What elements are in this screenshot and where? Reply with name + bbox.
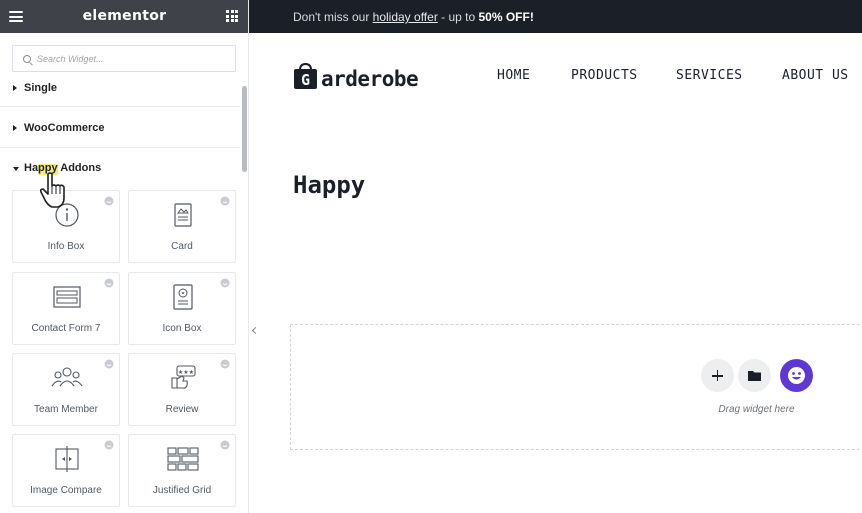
widget-label: Contact Form 7 bbox=[31, 323, 101, 334]
widget-team-member[interactable]: Team Member bbox=[12, 353, 120, 426]
nav-services[interactable]: SERVICES bbox=[676, 68, 743, 83]
happy-badge-icon bbox=[104, 359, 114, 369]
page-heading: Happy bbox=[293, 171, 366, 199]
widget-justified-grid[interactable]: Justified Grid bbox=[128, 434, 236, 507]
happy-badge-icon bbox=[104, 196, 114, 206]
editor-sidebar: elementor Single WooCommerce Happy Addon… bbox=[0, 0, 249, 513]
site-logo[interactable]: G arderobe bbox=[293, 60, 443, 92]
search-widget-box bbox=[12, 45, 236, 72]
caret-right-icon bbox=[13, 85, 17, 91]
card-icon bbox=[174, 203, 192, 227]
happy-badge-icon bbox=[220, 440, 230, 450]
widget-label: Team Member bbox=[34, 404, 98, 415]
image-compare-icon bbox=[55, 446, 79, 472]
promo-prefix: Don't miss our bbox=[293, 10, 373, 24]
add-section-button[interactable] bbox=[701, 359, 734, 392]
widget-contact-form-7[interactable]: Contact Form 7 bbox=[12, 272, 120, 345]
promo-middle: - up to bbox=[437, 10, 479, 24]
happy-badge-icon bbox=[104, 440, 114, 450]
divider bbox=[0, 106, 240, 107]
widget-label: Card bbox=[171, 241, 193, 252]
caret-right-icon bbox=[13, 125, 17, 131]
sidebar-header: elementor bbox=[0, 0, 248, 33]
widget-label: Review bbox=[165, 404, 199, 415]
widget-icon-box[interactable]: Icon Box bbox=[128, 272, 236, 345]
page-canvas: G arderobe HOME PRODUCTS SERVICES ABOUT … bbox=[249, 33, 862, 513]
widget-label: Justified Grid bbox=[152, 485, 212, 496]
category-woocommerce[interactable]: WooCommerce bbox=[0, 114, 240, 144]
nav-products[interactable]: PRODUCTS bbox=[571, 68, 638, 83]
nav-home[interactable]: HOME bbox=[497, 68, 530, 83]
collapse-panel-chevron-icon[interactable] bbox=[249, 319, 261, 343]
promo-text: Don't miss our holiday offer - up to 50%… bbox=[293, 10, 534, 24]
promo-bar: Don't miss our holiday offer - up to 50%… bbox=[249, 0, 862, 33]
divider bbox=[0, 147, 240, 148]
category-happy-addons[interactable]: Happy Addons bbox=[0, 154, 240, 184]
happy-badge-icon bbox=[220, 196, 230, 206]
add-template-button[interactable] bbox=[738, 359, 771, 392]
happy-badge-icon bbox=[220, 359, 230, 369]
widgets-grid-icon[interactable] bbox=[226, 10, 238, 22]
widget-label: Icon Box bbox=[162, 323, 202, 334]
category-label: Single bbox=[24, 82, 58, 94]
caret-down-icon bbox=[13, 167, 19, 171]
happy-badge-icon bbox=[104, 278, 114, 288]
icon-box-icon bbox=[173, 284, 193, 310]
contact-form-icon bbox=[53, 286, 81, 308]
happy-badge-icon bbox=[220, 278, 230, 288]
widget-label: Image Compare bbox=[30, 485, 102, 496]
promo-discount: 50% OFF! bbox=[478, 10, 534, 24]
search-input[interactable] bbox=[37, 50, 227, 68]
drop-zone[interactable] bbox=[290, 324, 862, 450]
svg-text:G: G bbox=[301, 71, 310, 89]
sidebar-scrollbar[interactable] bbox=[242, 86, 247, 172]
nav-about-us[interactable]: ABOUT US bbox=[782, 68, 849, 83]
widget-image-compare[interactable]: Image Compare bbox=[12, 434, 120, 507]
search-icon bbox=[23, 55, 31, 63]
svg-text:★★★: ★★★ bbox=[178, 369, 194, 376]
folder-icon bbox=[748, 371, 761, 381]
category-label: WooCommerce bbox=[24, 122, 105, 134]
logo-text: arderobe bbox=[321, 67, 419, 91]
happy-templates-button[interactable] bbox=[780, 359, 813, 392]
holiday-offer-link[interactable]: holiday offer bbox=[373, 10, 438, 24]
drag-widget-hint: Drag widget here bbox=[718, 404, 795, 415]
widget-label: Info Box bbox=[47, 241, 85, 252]
review-icon: ★★★ bbox=[171, 365, 196, 389]
shopping-bag-icon: G bbox=[294, 63, 317, 89]
justified-grid-icon bbox=[167, 447, 199, 471]
hand-pointer-cursor-icon bbox=[40, 172, 65, 208]
widget-card[interactable]: Card bbox=[128, 190, 236, 263]
brand-logo: elementor bbox=[82, 8, 167, 24]
team-member-icon bbox=[51, 367, 83, 387]
widget-review[interactable]: ★★★ Review bbox=[128, 353, 236, 426]
happy-face-icon bbox=[788, 367, 805, 384]
category-single[interactable]: Single bbox=[0, 74, 240, 104]
